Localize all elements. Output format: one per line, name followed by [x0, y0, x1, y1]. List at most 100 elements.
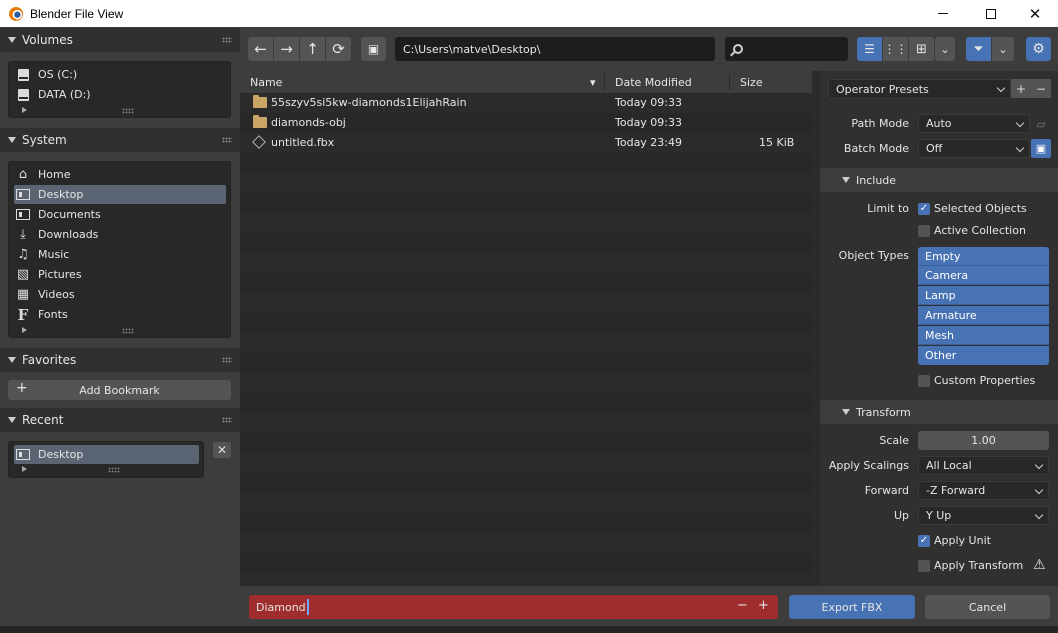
- checkbox-icon: [918, 374, 930, 387]
- refresh-button[interactable]: ⟳: [326, 37, 351, 61]
- sidebar-item-label: Downloads: [38, 228, 99, 241]
- back-button[interactable]: ←: [248, 37, 273, 61]
- checkmark-icon: ✓: [918, 202, 930, 215]
- recent-header[interactable]: Recent: [0, 408, 240, 432]
- file-list-scrollbar[interactable]: [812, 71, 820, 586]
- add-bookmark-button[interactable]: + Add Bookmark: [8, 380, 231, 400]
- object-type-mesh[interactable]: Mesh: [918, 326, 1049, 345]
- volume-item-data-d[interactable]: DATA (D:): [14, 85, 226, 104]
- embed-textures-toggle[interactable]: ▱: [1031, 114, 1051, 133]
- sidebar-item-home[interactable]: ⌂ Home: [14, 165, 226, 184]
- empty-row: [240, 213, 812, 233]
- minimize-button[interactable]: [920, 0, 966, 27]
- apply-scalings-dropdown[interactable]: All Local: [918, 456, 1049, 475]
- object-type-empty[interactable]: Empty: [918, 247, 1049, 266]
- forward-dropdown[interactable]: -Z Forward: [918, 481, 1049, 500]
- volume-label: DATA (D:): [38, 88, 91, 101]
- scale-field[interactable]: 1.00: [918, 431, 1049, 450]
- drive-icon: [17, 88, 29, 101]
- drag-handle-icon[interactable]: [222, 357, 232, 363]
- clear-recent-button[interactable]: ✕: [213, 442, 231, 458]
- forward-button[interactable]: →: [274, 37, 299, 61]
- decrement-filename-button[interactable]: −: [737, 598, 748, 613]
- display-settings-dropdown[interactable]: ⌄: [935, 37, 955, 61]
- resize-handle-icon[interactable]: [122, 328, 134, 334]
- download-icon: ⤓: [20, 227, 26, 242]
- expand-triangle-icon[interactable]: [22, 466, 27, 472]
- object-type-armature[interactable]: Armature: [918, 306, 1049, 325]
- empty-row: [240, 333, 812, 353]
- sidebar-item-pictures[interactable]: ▧ Pictures: [14, 265, 226, 284]
- column-date-header[interactable]: Date Modified: [615, 71, 692, 93]
- operator-presets-dropdown[interactable]: Operator Presets: [828, 79, 1011, 99]
- sidebar-item-desktop[interactable]: Desktop: [14, 185, 226, 204]
- filter-toggle-button[interactable]: ⏷: [966, 37, 991, 61]
- column-name-header[interactable]: Name: [250, 71, 282, 93]
- parent-directory-button[interactable]: ↑: [300, 37, 325, 61]
- empty-row: [240, 473, 812, 493]
- sort-descending-icon[interactable]: ▾: [590, 71, 596, 93]
- system-header[interactable]: System: [0, 128, 240, 152]
- column-size-header[interactable]: Size: [740, 71, 763, 93]
- drag-handle-icon[interactable]: [222, 417, 232, 423]
- active-collection-label: Active Collection: [934, 224, 1026, 237]
- expand-triangle-icon[interactable]: [22, 107, 27, 113]
- empty-row: [240, 513, 812, 533]
- close-window-button[interactable]: ✕: [1012, 0, 1058, 27]
- filename-input[interactable]: Diamond − +: [249, 595, 778, 619]
- new-folder-button[interactable]: ▣: [361, 37, 386, 61]
- plus-icon: +: [16, 380, 28, 396]
- drag-handle-icon[interactable]: [222, 137, 232, 143]
- selected-objects-checkbox[interactable]: ✓ Selected Objects: [918, 202, 1027, 215]
- sidebar-item-videos[interactable]: ▦ Videos: [14, 285, 226, 304]
- sidebar-item-documents[interactable]: Documents: [14, 205, 226, 224]
- active-collection-checkbox[interactable]: Active Collection: [918, 224, 1026, 237]
- display-horizontal-list-button[interactable]: ⋮⋮: [883, 37, 908, 61]
- checkmark-icon: ✓: [918, 534, 930, 547]
- batch-mode-dropdown[interactable]: Off: [918, 139, 1030, 158]
- search-input[interactable]: [725, 37, 848, 61]
- directory-path-input[interactable]: C:\Users\matve\Desktop\: [395, 37, 715, 61]
- batch-own-dir-toggle[interactable]: ▣: [1031, 139, 1051, 158]
- add-preset-button[interactable]: +: [1011, 79, 1031, 98]
- favorites-header[interactable]: Favorites: [0, 348, 240, 372]
- expand-triangle-icon[interactable]: [22, 327, 27, 333]
- sidebar-item-music[interactable]: ♫ Music: [14, 245, 226, 264]
- remove-preset-button[interactable]: −: [1031, 79, 1051, 98]
- status-bar: [0, 626, 1058, 633]
- file-row-folder[interactable]: diamonds-obj Today 09:33: [240, 113, 812, 133]
- music-icon: ♫: [17, 247, 29, 262]
- maximize-button[interactable]: [968, 0, 1014, 27]
- recent-item-desktop[interactable]: Desktop: [14, 445, 199, 464]
- drag-handle-icon[interactable]: [222, 37, 232, 43]
- object-type-camera[interactable]: Camera: [918, 266, 1049, 285]
- export-fbx-button[interactable]: Export FBX: [789, 595, 915, 619]
- transform-header[interactable]: Transform: [820, 400, 1058, 424]
- display-thumbnails-button[interactable]: ⊞: [909, 37, 934, 61]
- apply-transform-checkbox[interactable]: Apply Transform: [918, 559, 1023, 572]
- resize-handle-icon[interactable]: [108, 467, 120, 473]
- display-vertical-list-button[interactable]: ☰: [857, 37, 882, 61]
- apply-unit-checkbox[interactable]: ✓ Apply Unit: [918, 534, 991, 547]
- window-title: Blender File View: [30, 6, 124, 21]
- object-type-lamp[interactable]: Lamp: [918, 286, 1049, 305]
- filter-settings-dropdown[interactable]: ⌄: [992, 37, 1014, 61]
- file-row-folder[interactable]: 55szyv5si5kw-diamonds1ElijahRain Today 0…: [240, 93, 812, 113]
- volume-item-os-c[interactable]: OS (C:): [14, 65, 226, 84]
- volumes-header[interactable]: Volumes: [0, 28, 240, 52]
- object-type-other[interactable]: Other: [918, 346, 1049, 365]
- sidebar-item-fonts[interactable]: F Fonts: [14, 305, 226, 324]
- include-header[interactable]: Include: [820, 168, 1058, 192]
- file-row-fbx[interactable]: untitled.fbx Today 23:49 15 KiB: [240, 133, 812, 153]
- options-toggle-button[interactable]: ⚙: [1026, 37, 1051, 61]
- path-mode-dropdown[interactable]: Auto: [918, 114, 1030, 133]
- plus-icon: +: [1015, 81, 1027, 96]
- increment-filename-button[interactable]: +: [758, 598, 769, 613]
- cancel-button[interactable]: Cancel: [925, 595, 1050, 619]
- resize-handle-icon[interactable]: [122, 108, 134, 114]
- column-separator[interactable]: [604, 74, 605, 90]
- up-dropdown[interactable]: Y Up: [918, 506, 1049, 525]
- sidebar-item-downloads[interactable]: ⤓ Downloads: [14, 225, 226, 244]
- column-separator[interactable]: [729, 74, 730, 90]
- custom-properties-checkbox[interactable]: Custom Properties: [918, 374, 1035, 387]
